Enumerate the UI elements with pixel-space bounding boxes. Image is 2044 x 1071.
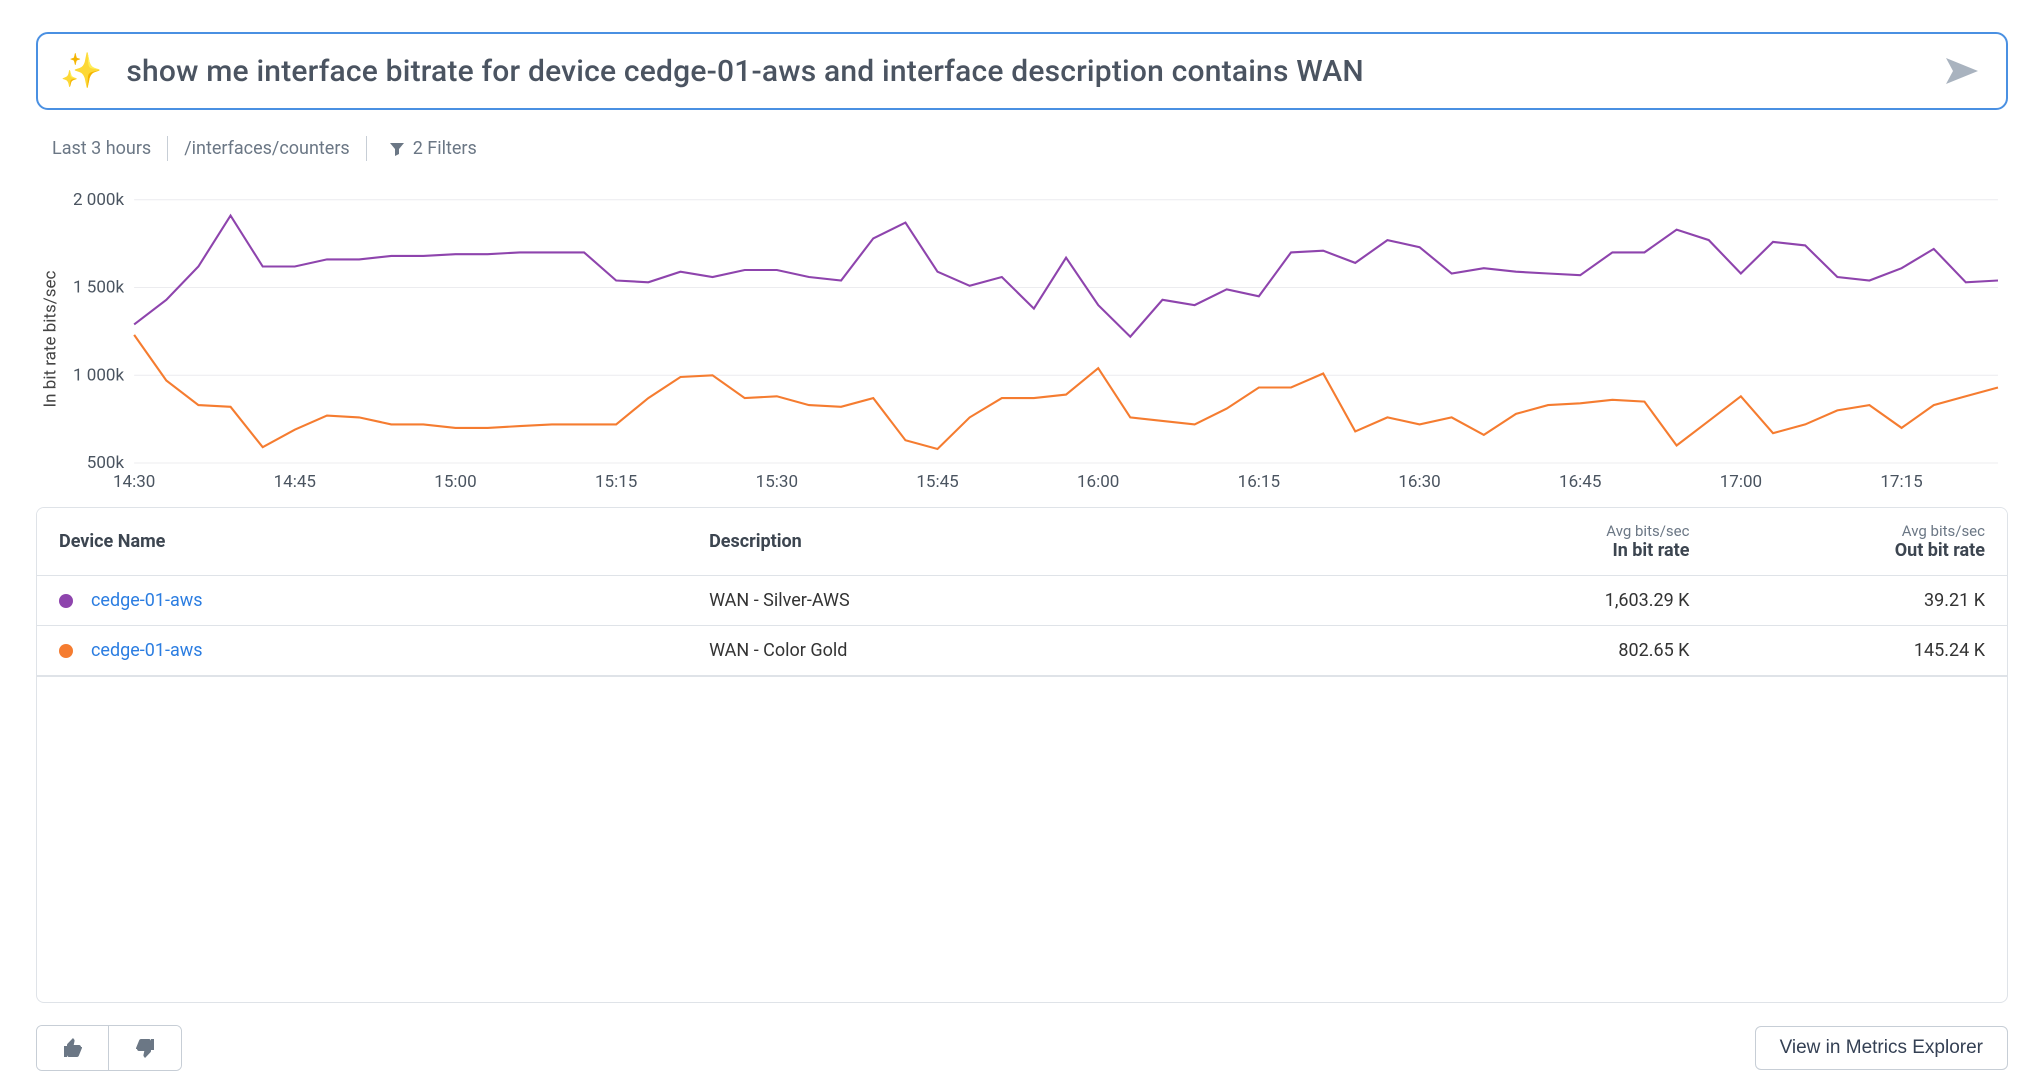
svg-text:2 000k: 2 000k: [73, 190, 124, 210]
series-color-dot: [59, 644, 73, 658]
send-icon: [1944, 55, 1980, 87]
series-color-dot: [59, 594, 73, 608]
table-header-row: Device Name Description Avg bits/sec In …: [37, 508, 2007, 576]
th-out-bitrate[interactable]: Avg bits/sec Out bit rate: [1711, 508, 2007, 576]
svg-text:16:15: 16:15: [1238, 472, 1280, 492]
svg-text:17:00: 17:00: [1720, 472, 1762, 492]
sparkles-icon: ✨: [60, 54, 102, 88]
cell-in-bitrate: 802.65 K: [1416, 626, 1712, 676]
chip-metric-path[interactable]: /interfaces/counters: [168, 136, 367, 161]
svg-text:15:45: 15:45: [916, 472, 958, 492]
svg-text:14:45: 14:45: [274, 472, 316, 492]
svg-text:15:15: 15:15: [595, 472, 637, 492]
search-query-text: show me interface bitrate for device ced…: [126, 54, 1916, 89]
results-table: Device Name Description Avg bits/sec In …: [36, 507, 2008, 677]
cell-description: WAN - Silver-AWS: [687, 576, 1416, 626]
svg-text:17:15: 17:15: [1880, 472, 1922, 492]
th-device[interactable]: Device Name: [37, 508, 687, 576]
cell-device: cedge-01-aws: [37, 576, 687, 626]
chart[interactable]: 500k 1 000k 1 500k 2 000k 14:30 14:45 15:00 15:…: [64, 185, 2008, 493]
svg-text:1 500k: 1 500k: [73, 278, 124, 298]
chip-filters-label: 2 Filters: [413, 138, 477, 159]
filter-icon: [389, 141, 405, 157]
svg-text:16:30: 16:30: [1398, 472, 1440, 492]
chart-container: In bit rate bits/sec 500k 1 000k 1 500k 2 0…: [36, 185, 2008, 493]
page-root: ✨ show me interface bitrate for device c…: [0, 0, 2044, 983]
th-description[interactable]: Description: [687, 508, 1416, 576]
cell-in-bitrate: 1,603.29 K: [1416, 576, 1712, 626]
th-in-bitrate[interactable]: Avg bits/sec In bit rate: [1416, 508, 1712, 576]
view-in-metrics-explorer-button[interactable]: View in Metrics Explorer: [1755, 1026, 2008, 1070]
svg-text:15:30: 15:30: [756, 472, 798, 492]
thumbs-up-icon: [61, 1036, 85, 1060]
device-link[interactable]: cedge-01-aws: [91, 640, 203, 661]
thumbs-down-button[interactable]: [109, 1026, 181, 1070]
svg-text:500k: 500k: [87, 453, 125, 473]
thumbs-down-icon: [133, 1036, 157, 1060]
svg-text:16:45: 16:45: [1559, 472, 1601, 492]
footer: View in Metrics Explorer: [36, 1025, 2008, 1071]
thumbs-up-button[interactable]: [37, 1026, 109, 1070]
svg-text:16:00: 16:00: [1077, 472, 1119, 492]
chip-filters[interactable]: 2 Filters: [367, 136, 493, 161]
chart-y-axis-label: In bit rate bits/sec: [36, 185, 64, 493]
results-table-empty-space: [36, 677, 2008, 1003]
send-button[interactable]: [1940, 49, 1984, 93]
svg-text:1 000k: 1 000k: [73, 365, 124, 385]
ai-search-bar[interactable]: ✨ show me interface bitrate for device c…: [36, 32, 2008, 110]
table-row: cedge-01-aws WAN - Silver-AWS1,603.29 K39…: [37, 576, 2007, 626]
cell-description: WAN - Color Gold: [687, 626, 1416, 676]
cell-out-bitrate: 145.24 K: [1711, 626, 2007, 676]
feedback-buttons: [36, 1025, 182, 1071]
svg-text:14:30: 14:30: [113, 472, 155, 492]
chip-time-range[interactable]: Last 3 hours: [36, 136, 168, 161]
cell-out-bitrate: 39.21 K: [1711, 576, 2007, 626]
cell-device: cedge-01-aws: [37, 626, 687, 676]
table-row: cedge-01-aws WAN - Color Gold802.65 K145.…: [37, 626, 2007, 676]
device-link[interactable]: cedge-01-aws: [91, 590, 203, 611]
svg-text:15:00: 15:00: [434, 472, 476, 492]
query-chips: Last 3 hours /interfaces/counters 2 Filt…: [36, 136, 2008, 161]
